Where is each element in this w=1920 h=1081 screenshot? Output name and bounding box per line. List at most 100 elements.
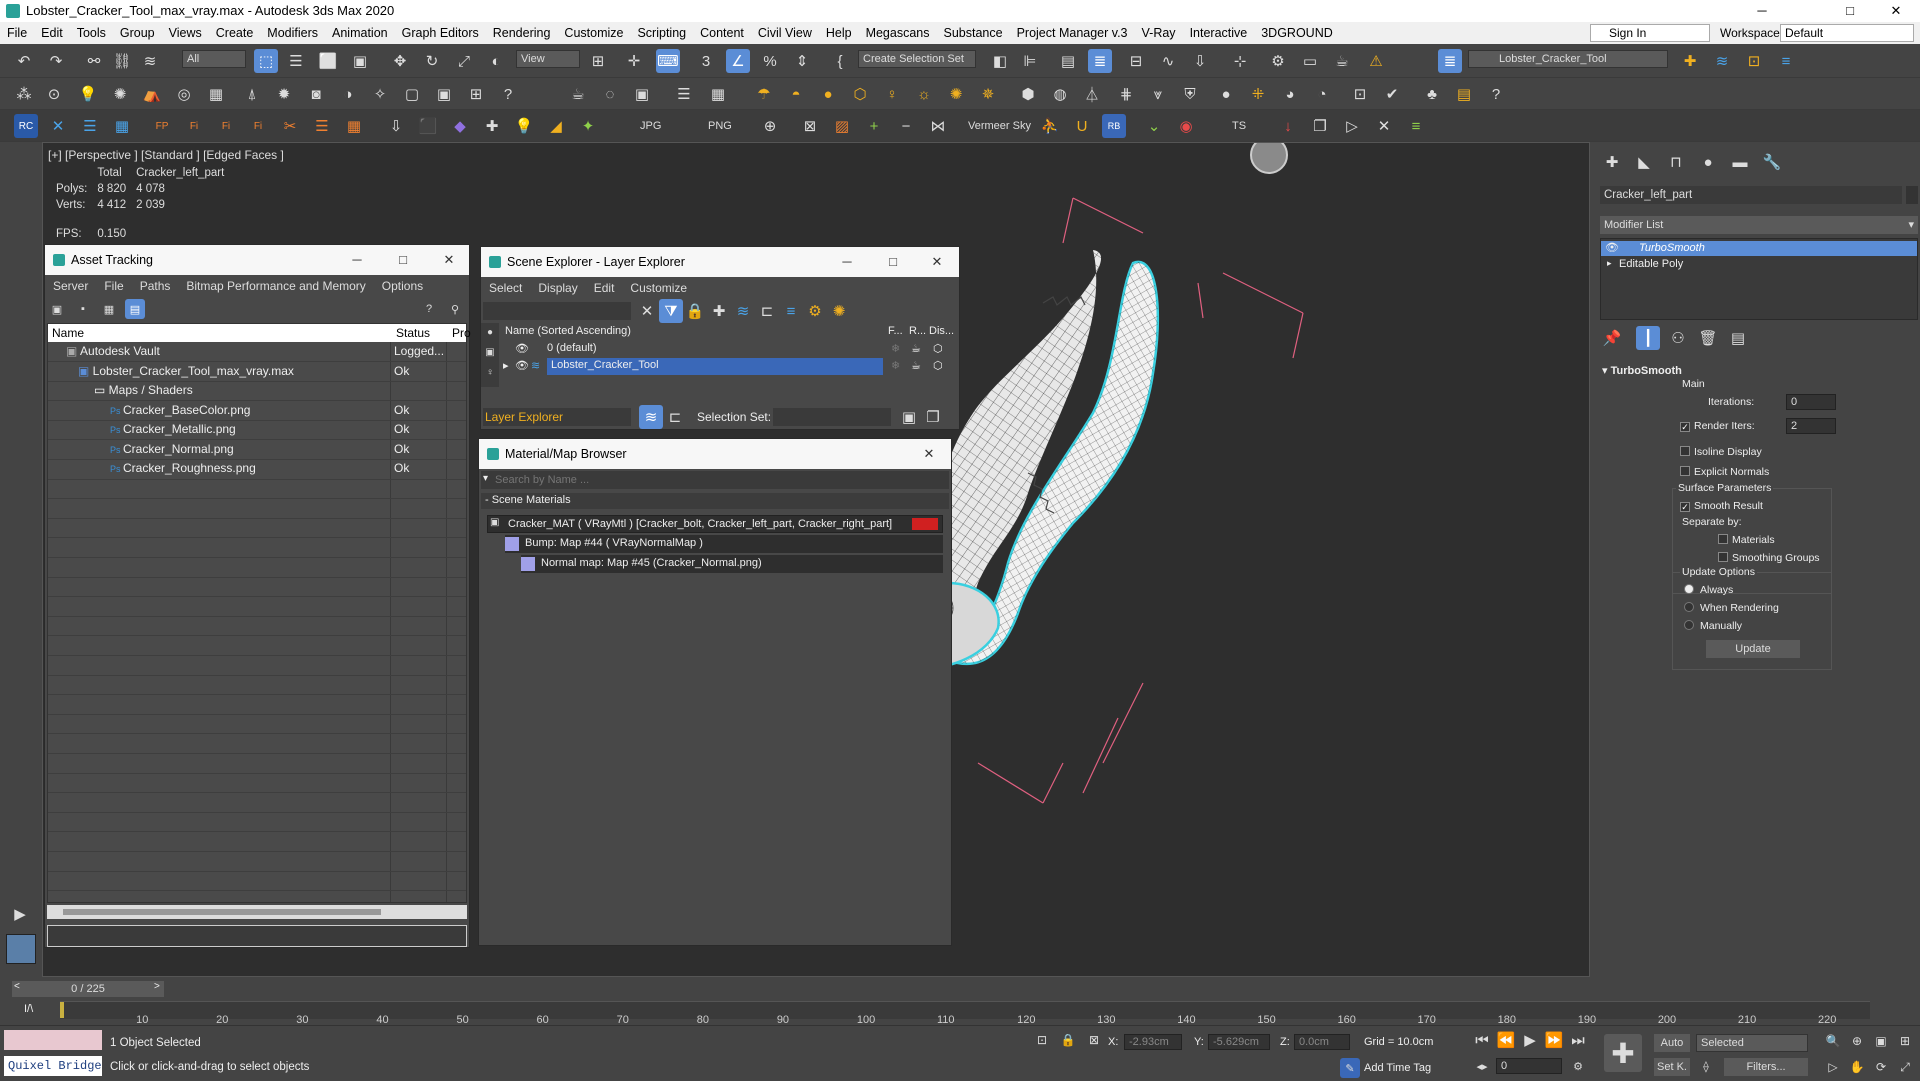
vray-sun-icon[interactable]: ✺: [108, 82, 132, 106]
menu-customize[interactable]: Customize: [557, 22, 630, 44]
help-icon[interactable]: ?: [1484, 82, 1508, 106]
se-copy-icon[interactable]: ❐: [921, 405, 945, 429]
sun-light-icon[interactable]: ☼: [912, 82, 936, 106]
expand-icon[interactable]: ▸: [503, 359, 509, 372]
pan-icon[interactable]: ✋: [1846, 1056, 1868, 1078]
plus-icon[interactable]: ✚: [480, 114, 504, 138]
menu-modifiers[interactable]: Modifiers: [260, 22, 325, 44]
set-key-button[interactable]: Set K.: [1654, 1058, 1690, 1076]
unlink-icon[interactable]: ⛓: [110, 49, 134, 73]
se-menu-display[interactable]: Display: [530, 277, 585, 299]
set-current-layer-icon[interactable]: ≡: [1774, 49, 1798, 73]
quixel-bridge-field[interactable]: Quixel Bridge: [4, 1056, 102, 1076]
menu-interactive[interactable]: Interactive: [1183, 22, 1255, 44]
minimize-button[interactable]: ─: [1740, 0, 1784, 22]
tree-icon[interactable]: ♣: [1420, 82, 1444, 106]
record-icon[interactable]: ◉: [1174, 114, 1198, 138]
previous-frame-icon[interactable]: ⏪: [1496, 1030, 1516, 1050]
field-of-view-icon[interactable]: ▷: [1822, 1056, 1844, 1078]
isolate-selection-icon[interactable]: ⊡: [1032, 1030, 1052, 1050]
play-tool-icon[interactable]: ▷: [1340, 114, 1364, 138]
table-row[interactable]: Ps Cracker_Normal.png: [110, 442, 234, 456]
time-slider-prev-icon[interactable]: <: [14, 981, 20, 992]
se-menu-edit[interactable]: Edit: [586, 277, 623, 299]
se-clear-icon[interactable]: ✕: [635, 299, 659, 323]
render-iters-checkbox[interactable]: ✓ Render Iters:: [1680, 420, 1755, 432]
particles-icon[interactable]: ⁜: [1246, 82, 1270, 106]
material-sphere-icon[interactable]: ◕: [1278, 82, 1302, 106]
stack-eye-icon[interactable]: 👁: [1605, 241, 1619, 254]
list-icon[interactable]: ☰: [672, 82, 696, 106]
se-search-field[interactable]: [483, 302, 631, 320]
se-filter-icon[interactable]: ⧩: [659, 299, 683, 323]
se-lock-icon[interactable]: 🔒: [683, 299, 707, 323]
make-unique-icon[interactable]: ⚇: [1666, 326, 1690, 350]
expand-arrow-icon[interactable]: ▶: [8, 902, 32, 926]
eye-icon[interactable]: 👁: [515, 359, 529, 372]
people-icon[interactable]: ⛹: [1038, 114, 1062, 138]
display-icon[interactable]: ⬡: [933, 359, 943, 372]
multi-material-icon[interactable]: ◔: [1310, 82, 1334, 106]
vray-help-icon[interactable]: ?: [496, 82, 520, 106]
selection-filter-dropdown[interactable]: All: [182, 50, 246, 68]
auto-key-button[interactable]: Auto: [1654, 1034, 1690, 1052]
maximize-viewport-icon[interactable]: ⤢: [1894, 1056, 1916, 1078]
vray-icon[interactable]: ⁂: [12, 82, 36, 106]
menu-green-icon[interactable]: ≡: [1404, 114, 1428, 138]
asset-tracking-titlebar[interactable]: Asset Tracking ─ □ ✕: [45, 245, 469, 275]
vray-fur-icon[interactable]: ✹: [272, 82, 296, 106]
viewport-label[interactable]: [+] [Perspective ] [Standard ] [Edged Fa…: [48, 148, 284, 162]
render-setup-icon[interactable]: ⚙: [1266, 49, 1290, 73]
table-row[interactable]: ▭ Maps / Shaders: [94, 383, 193, 397]
half-sphere-icon[interactable]: ◓: [784, 82, 808, 106]
cube-icon[interactable]: ⬢: [1016, 82, 1040, 106]
rotate-icon[interactable]: ↻: [420, 49, 444, 73]
rollout-header[interactable]: ▾ TurboSmooth: [1602, 364, 1682, 377]
set-key-big-icon[interactable]: ✚: [1604, 1034, 1642, 1072]
display-tab-icon[interactable]: ▬: [1728, 150, 1752, 174]
keyboard-shortcut-override-icon[interactable]: ⌨: [656, 49, 680, 73]
select-object-icon[interactable]: ⬚: [254, 49, 278, 73]
freeze-icon[interactable]: ❄: [891, 359, 900, 372]
rc-icon[interactable]: RC: [14, 114, 38, 138]
fi3-icon[interactable]: Fi: [246, 114, 270, 138]
table-row[interactable]: Ps Cracker_BaseColor.png: [110, 403, 250, 417]
hierarchy-tab-icon[interactable]: ⊓: [1664, 150, 1688, 174]
bed-icon[interactable]: ▦: [706, 82, 730, 106]
menu-edit[interactable]: Edit: [34, 22, 70, 44]
zoom-extents-all-icon[interactable]: ⊞: [1894, 1030, 1916, 1052]
redo-icon[interactable]: ↷: [44, 49, 68, 73]
z-coordinate-field[interactable]: 0.0cm: [1294, 1034, 1350, 1050]
selection-lock-icon[interactable]: 🔒: [1058, 1030, 1078, 1050]
se-side-icon-3[interactable]: ♀: [481, 363, 499, 381]
time-slider[interactable]: 0 / 225: [12, 981, 164, 997]
menu-create[interactable]: Create: [209, 22, 261, 44]
png-label[interactable]: PNG: [708, 120, 732, 132]
place-icon[interactable]: ◐: [484, 49, 508, 73]
move-icon[interactable]: ✥: [388, 49, 412, 73]
purple-tool-icon[interactable]: ◆: [448, 114, 472, 138]
warning-icon[interactable]: ⚠: [1364, 49, 1388, 73]
scene-convert-icon[interactable]: ⊡: [1348, 82, 1372, 106]
geosphere-icon[interactable]: ⬡: [848, 82, 872, 106]
current-layer-dropdown[interactable]: Lobster_Cracker_Tool: [1468, 50, 1668, 68]
render-production-icon[interactable]: ☕: [1330, 49, 1354, 73]
always-radio[interactable]: Always: [1684, 584, 1733, 596]
at-path-field[interactable]: [47, 925, 467, 947]
eraser-icon[interactable]: ◢: [544, 114, 568, 138]
chevron-down-icon[interactable]: ▾: [483, 473, 488, 484]
asset-tracking-minimize[interactable]: ─: [337, 245, 377, 275]
edit-named-selection-icon[interactable]: {: [828, 49, 852, 73]
sphere-icon[interactable]: ●: [816, 82, 840, 106]
material-item[interactable]: ▣ Cracker_MAT ( VRayMtl ) [Cracker_bolt,…: [487, 515, 943, 533]
tools-icon[interactable]: ✂: [278, 114, 302, 138]
layer-row[interactable]: 👁 0 (default) ❄ ☕ ⬡: [501, 341, 959, 358]
material-editor-icon[interactable]: ⊹: [1228, 49, 1252, 73]
at-col-status[interactable]: Status: [396, 326, 430, 340]
shield-icon[interactable]: ⛨: [1178, 82, 1202, 106]
at-pin-icon[interactable]: ⚲: [445, 299, 465, 319]
mb-close[interactable]: ✕: [909, 439, 949, 469]
toggle-layer-explorer-icon[interactable]: ≣: [1088, 49, 1112, 73]
ts-label[interactable]: TS: [1232, 120, 1246, 132]
at-horizontal-scrollbar[interactable]: [47, 905, 467, 919]
